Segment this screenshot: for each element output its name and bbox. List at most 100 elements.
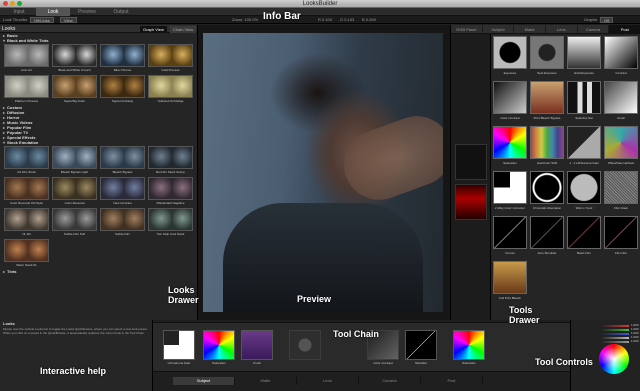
look-thumbnail[interactable]: Yellowed Soft Edge bbox=[148, 75, 193, 104]
tool-curves[interactable]: Curves bbox=[493, 216, 527, 256]
tool-print-bleach-bypass[interactable]: Print Bleach Bypass bbox=[530, 81, 564, 121]
look-preview-half bbox=[74, 76, 96, 97]
tab-chain-view[interactable]: Chain View bbox=[170, 26, 197, 33]
tool-basic-film[interactable]: Basic Film bbox=[567, 216, 601, 256]
tab-input[interactable]: Input bbox=[2, 8, 36, 16]
look-thumbnail[interactable]: Black and White Crunch bbox=[52, 44, 97, 73]
look-thumbnail[interactable]: Platinum Process bbox=[4, 75, 49, 104]
tool-label: Film Noir bbox=[615, 251, 627, 255]
look-thumbnail[interactable]: Sepia Contrasty bbox=[100, 75, 145, 104]
tool-warm-cool-icon bbox=[567, 171, 601, 204]
control-slider[interactable] bbox=[601, 341, 629, 343]
look-thumbnail[interactable]: Mishandled Negative bbox=[148, 177, 193, 206]
chain-tool-icon bbox=[405, 330, 437, 360]
annotation-tool-controls: Tool Controls bbox=[535, 357, 593, 367]
look-thumbnail[interactable]: Warm Stock 01 bbox=[4, 239, 49, 268]
tool-warm-cool[interactable]: Warm / Cool bbox=[567, 171, 601, 211]
tab-subject[interactable]: Subject bbox=[483, 25, 515, 33]
look-preview-half bbox=[149, 45, 171, 66]
look-thumbnail-image bbox=[148, 44, 193, 67]
look-thumbnail[interactable]: New Contrast bbox=[100, 177, 145, 206]
look-thumbs-select[interactable]: Off/Links bbox=[30, 17, 54, 23]
chain-tab-post[interactable]: Post bbox=[421, 377, 483, 385]
chevron-down-icon: ▾ bbox=[3, 38, 6, 43]
tool-saturation[interactable]: Saturation bbox=[493, 126, 527, 166]
control-slider[interactable] bbox=[601, 325, 629, 327]
tab-camera[interactable]: Camera bbox=[578, 25, 610, 33]
look-thumbnail[interactable]: Blue Chrome bbox=[100, 44, 145, 73]
tools-grid: Exposure Spot Exposure Grad Exposure Contra… bbox=[493, 36, 638, 301]
look-preview-half bbox=[122, 178, 144, 199]
tool-chromatic-aberration[interactable]: Chromatic Aberration bbox=[530, 171, 564, 211]
view-button[interactable]: View bbox=[60, 17, 77, 23]
look-thumbnail[interactable]: Ad Film Stock bbox=[4, 146, 49, 175]
tool-2-way-color-corrector[interactable]: 2-Way Color Corrector bbox=[493, 171, 527, 211]
chain-tool-lift-gamma-gain[interactable]: Lift Gamma Gain bbox=[163, 330, 195, 370]
chain-tool-saturation[interactable]: Saturation bbox=[453, 330, 485, 370]
look-preview-half bbox=[101, 178, 123, 199]
look-thumbnail[interactable]: Subtle Film bbox=[100, 208, 145, 237]
tab-lens[interactable]: Lens bbox=[546, 25, 578, 33]
tool-grad-exposure[interactable]: Grad Exposure bbox=[567, 36, 601, 76]
tool-auto-shoulder-icon bbox=[530, 216, 564, 249]
looks-category-tints[interactable]: ▸ Tints bbox=[0, 269, 197, 274]
look-thumbnail[interactable]: Bel Film Stock Grainy bbox=[148, 146, 193, 175]
tool-hue-color-shift[interactable]: Hue/Color Shift bbox=[530, 126, 564, 166]
tab-preview[interactable]: Preview bbox=[70, 8, 104, 16]
look-thumbnail[interactable]: Color Reversal bbox=[52, 177, 97, 206]
look-thumbnail-label: Bel Film Stock Grainy bbox=[156, 170, 185, 174]
look-thumbnail[interactable]: Bleach Bypass Light bbox=[52, 146, 97, 175]
control-slider[interactable] bbox=[601, 337, 629, 339]
tool-auto-shoulder[interactable]: Auto Shoulder bbox=[530, 216, 564, 256]
tool-film-noir[interactable]: Film Noir bbox=[604, 216, 638, 256]
interactive-help-panel: Looks Mouse over the vertical Looks bar … bbox=[0, 320, 153, 391]
tool-offset-gamma-gain[interactable]: Offset/Gamma/Gain bbox=[604, 126, 638, 166]
scope-thumb[interactable] bbox=[455, 144, 487, 180]
annotation-interactive-help: Interactive help bbox=[40, 366, 107, 376]
readout-b: B 0.269 bbox=[362, 17, 376, 22]
control-slider[interactable] bbox=[601, 329, 629, 331]
chain-tab-matte[interactable]: Matte bbox=[235, 377, 297, 385]
tool-color-contrast[interactable]: Color Contrast bbox=[493, 81, 527, 121]
tool-spot-exposure-icon bbox=[530, 36, 564, 69]
control-slider[interactable] bbox=[601, 333, 629, 335]
tab-output[interactable]: Output bbox=[104, 8, 138, 16]
look-preview-half bbox=[122, 45, 144, 66]
color-wheel-control[interactable] bbox=[599, 344, 629, 374]
look-thumbnail[interactable]: Bleach Bypass bbox=[100, 146, 145, 175]
graphs-off-toggle[interactable]: Off bbox=[600, 17, 614, 23]
look-thumbnail[interactable]: Color Reversal Old Style bbox=[4, 177, 49, 206]
annotation-tools-drawer: Tools Drawer bbox=[509, 305, 540, 325]
tool-exposure[interactable]: Exposure bbox=[493, 36, 527, 76]
tab-look[interactable]: Look bbox=[36, 8, 70, 16]
look-thumbnail[interactable]: Auto Art bbox=[4, 44, 49, 73]
chain-tab-camera[interactable]: Camera bbox=[359, 377, 421, 385]
chain-tool-placeholder[interactable] bbox=[289, 330, 321, 370]
tool-1-2-lift-gamma-gain[interactable]: 1 - 2 Lift/Gamma Gain bbox=[567, 126, 601, 166]
look-thumbnail[interactable]: Subtle Film Soft bbox=[52, 208, 97, 237]
tool-full-print-bleach[interactable]: Full Print Bleach bbox=[493, 261, 527, 301]
scope-thumb[interactable] bbox=[455, 184, 487, 220]
chain-tab-subject[interactable]: Subject bbox=[173, 377, 235, 385]
look-thumbnail[interactable]: Gold Process bbox=[148, 44, 193, 73]
tool-crush[interactable]: Crush bbox=[604, 81, 638, 121]
tool-film-grain[interactable]: Film Grain bbox=[604, 171, 638, 211]
tool-contrast[interactable]: Contrast bbox=[604, 36, 638, 76]
chain-tool-crush[interactable]: Crush bbox=[241, 330, 273, 370]
chain-tool-shoulder[interactable]: Shoulder bbox=[405, 330, 437, 370]
tab-rgb-panel[interactable]: RGB Panel bbox=[451, 25, 483, 33]
look-thumbnail[interactable]: Sepia Big Grain bbox=[52, 75, 97, 104]
tool-spot-exposure[interactable]: Spot Exposure bbox=[530, 36, 564, 76]
look-thumbnail[interactable]: Two Strip Cool Stock bbox=[148, 208, 193, 237]
tab-graph-view[interactable]: Graph View bbox=[140, 26, 167, 33]
preview-image[interactable] bbox=[203, 33, 443, 312]
look-thumbnail[interactable]: Nt. E3 bbox=[4, 208, 49, 237]
tool-selective-sat[interactable]: Selective Sat bbox=[567, 81, 601, 121]
chain-tool-saturation[interactable]: Saturation bbox=[203, 330, 235, 370]
tab-post[interactable]: Post bbox=[609, 25, 640, 33]
chain-tab-lens[interactable]: Lens bbox=[297, 377, 359, 385]
looks-thumbnail-grid: Auto Art Black and White Crunch Blue Chrom… bbox=[0, 43, 197, 105]
tab-matte[interactable]: Matte bbox=[514, 25, 547, 33]
look-thumbnail-label: Warm Stock 01 bbox=[16, 263, 37, 267]
look-preview-half bbox=[26, 147, 48, 168]
